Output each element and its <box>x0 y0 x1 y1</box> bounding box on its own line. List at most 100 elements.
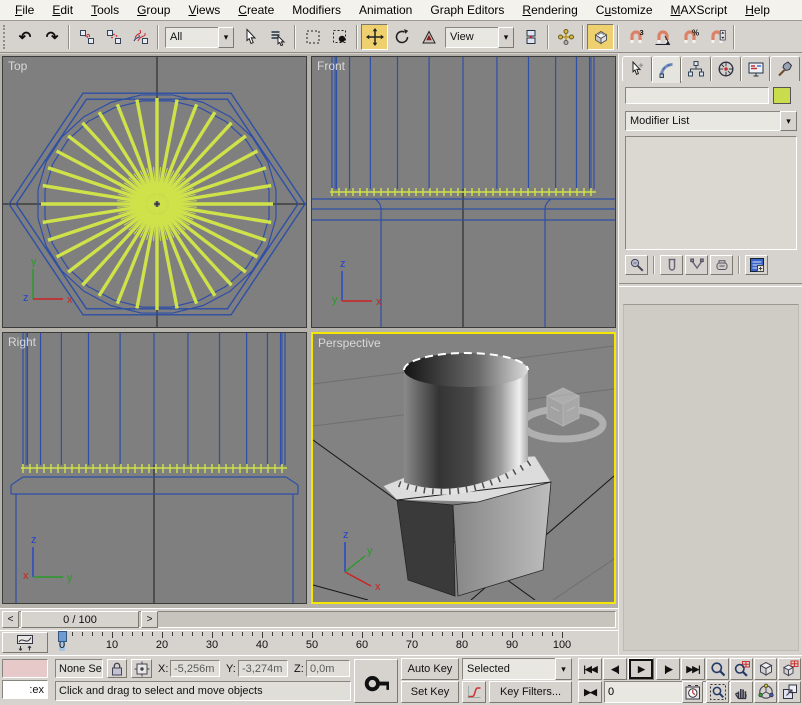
next-frame-slider-button[interactable]: > <box>141 611 158 628</box>
select-and-move-button[interactable] <box>361 24 388 50</box>
set-keys-button[interactable] <box>354 659 398 703</box>
modifier-list-dropdown[interactable]: Modifier List ▾ <box>625 111 797 131</box>
undo-button[interactable]: ↶ <box>11 24 38 50</box>
viewport-right[interactable]: zyx Right <box>2 332 307 604</box>
bind-to-space-warp-button[interactable] <box>127 24 154 50</box>
pin-stack-button[interactable] <box>625 255 648 275</box>
unlink-selection-button[interactable] <box>100 24 127 50</box>
select-and-manipulate-button[interactable] <box>552 24 579 50</box>
select-by-name-button[interactable] <box>264 24 291 50</box>
tab-create[interactable] <box>622 56 652 81</box>
tab-motion[interactable] <box>711 56 741 81</box>
menu-create[interactable]: Create <box>229 1 283 19</box>
previous-frame-button[interactable]: ◀| <box>603 658 627 680</box>
select-and-rotate-button[interactable] <box>388 24 415 50</box>
zoom-button[interactable] <box>706 658 729 680</box>
absolute-mode-transform-button[interactable] <box>131 659 152 678</box>
auto-key-button[interactable]: Auto Key <box>401 658 459 680</box>
object-name-field[interactable] <box>625 87 769 104</box>
menu-modifiers[interactable]: Modifiers <box>283 1 350 19</box>
set-key-button[interactable]: Set Key <box>401 681 459 703</box>
pan-view-button[interactable] <box>730 681 753 703</box>
play-button[interactable]: ▶ <box>628 658 654 680</box>
previous-frame-slider-button[interactable]: < <box>2 611 19 628</box>
redo-button[interactable]: ↷ <box>38 24 65 50</box>
menu-views[interactable]: Views <box>179 1 229 19</box>
select-and-scale-button[interactable] <box>415 24 442 50</box>
maximize-viewport-toggle-button[interactable] <box>778 681 801 703</box>
time-slider-handle[interactable]: 0 / 100 <box>21 611 139 628</box>
selection-filter-dropdown[interactable]: All▾ <box>165 27 234 48</box>
key-mode-dropdown[interactable]: Selected ▾ <box>462 658 572 680</box>
maxscript-listener-field[interactable]: :ex <box>2 680 48 699</box>
arc-rotate-button[interactable] <box>754 681 777 703</box>
reference-coordinate-system-dropdown-arrow[interactable]: ▾ <box>498 27 514 48</box>
menu-help[interactable]: Help <box>736 1 779 19</box>
zoom-region-button[interactable] <box>706 681 729 703</box>
select-and-link-button[interactable] <box>73 24 100 50</box>
viewport-perspective[interactable]: zxy Perspective <box>311 332 616 604</box>
menu-animation[interactable]: Animation <box>350 1 421 19</box>
key-mode-arrow[interactable]: ▾ <box>555 658 572 680</box>
viewport-top[interactable]: yxz Top <box>2 56 307 328</box>
menu-file[interactable]: File <box>6 1 43 19</box>
configure-modifier-sets-button[interactable] <box>745 255 768 275</box>
modifier-stack-list[interactable] <box>625 136 797 250</box>
tab-hierarchy[interactable] <box>681 56 711 81</box>
menu-edit[interactable]: Edit <box>43 1 82 19</box>
x-coordinate-field[interactable]: -5,256m <box>170 660 220 677</box>
tab-display[interactable] <box>741 56 771 81</box>
next-frame-button[interactable]: |▶ <box>656 658 680 680</box>
menu-rendering[interactable]: Rendering <box>513 1 586 19</box>
viewport-top-canvas[interactable]: yxz <box>3 57 306 327</box>
menu-group[interactable]: Group <box>128 1 179 19</box>
select-object-button[interactable] <box>237 24 264 50</box>
menu-tools[interactable]: Tools <box>82 1 128 19</box>
reference-coordinate-system-dropdown[interactable]: View▾ <box>445 27 514 48</box>
svg-text:x: x <box>375 581 381 593</box>
menu-customize[interactable]: Customize <box>587 1 662 19</box>
current-frame-marker[interactable] <box>58 631 67 642</box>
open-mini-curve-editor-button[interactable] <box>2 632 48 653</box>
keyboard-shortcut-override-button[interactable] <box>587 24 614 50</box>
make-unique-button[interactable] <box>685 255 708 275</box>
object-color-swatch[interactable] <box>773 87 791 104</box>
modifier-list-arrow[interactable]: ▾ <box>780 111 797 131</box>
ruler-number-50: 50 <box>306 639 318 651</box>
spinner-snap-toggle-button[interactable] <box>703 24 730 50</box>
selection-lock-toggle-button[interactable] <box>107 659 127 678</box>
go-to-end-button[interactable]: ▶▶| <box>681 658 705 680</box>
y-coordinate-field[interactable]: -3,274m <box>238 660 288 677</box>
window-crossing-toggle-button[interactable] <box>326 24 353 50</box>
toolbar-grip[interactable] <box>3 25 8 49</box>
menu-graph-editors[interactable]: Graph Editors <box>421 1 513 19</box>
key-filters-button[interactable]: Key Filters... <box>489 681 572 703</box>
rectangular-selection-region-button[interactable] <box>299 24 326 50</box>
viewport-perspective-canvas[interactable]: zxy <box>313 334 614 602</box>
selection-filter-dropdown-arrow[interactable]: ▾ <box>218 27 234 48</box>
viewport-right-canvas[interactable]: zyx <box>3 333 306 603</box>
open-mini-curve-editor-icon <box>16 634 34 652</box>
viewport-front[interactable]: zxy Front <box>311 56 616 328</box>
z-coordinate-field[interactable]: 0,0m <box>306 660 350 677</box>
menu-maxscript[interactable]: MAXScript <box>662 1 737 19</box>
percent-snap-toggle-button[interactable]: % <box>676 24 703 50</box>
default-in-out-tangents-button[interactable] <box>462 681 486 703</box>
tab-utilities[interactable] <box>770 56 800 81</box>
use-pivot-point-center-button[interactable] <box>517 24 544 50</box>
macro-recorder-field[interactable] <box>2 659 48 678</box>
track-bar-ruler[interactable]: 0102030405060708090100 <box>52 631 616 655</box>
tab-modify[interactable] <box>652 56 682 83</box>
rollout-area[interactable] <box>623 304 799 651</box>
key-mode-toggle-button[interactable]: ▶◀ <box>578 681 602 703</box>
zoom-extents-button[interactable] <box>754 658 777 680</box>
zoom-all-button[interactable] <box>730 658 753 680</box>
remove-modifier-button[interactable] <box>710 255 733 275</box>
show-end-result-button[interactable] <box>660 255 683 275</box>
snaps-toggle-3d-button[interactable]: 3 <box>622 24 649 50</box>
viewport-front-canvas[interactable]: zxy <box>312 57 615 327</box>
angle-snap-toggle-button[interactable] <box>649 24 676 50</box>
go-to-start-button[interactable]: |◀◀ <box>578 658 602 680</box>
time-configuration-button[interactable] <box>682 681 703 703</box>
zoom-extents-all-button[interactable] <box>778 658 801 680</box>
